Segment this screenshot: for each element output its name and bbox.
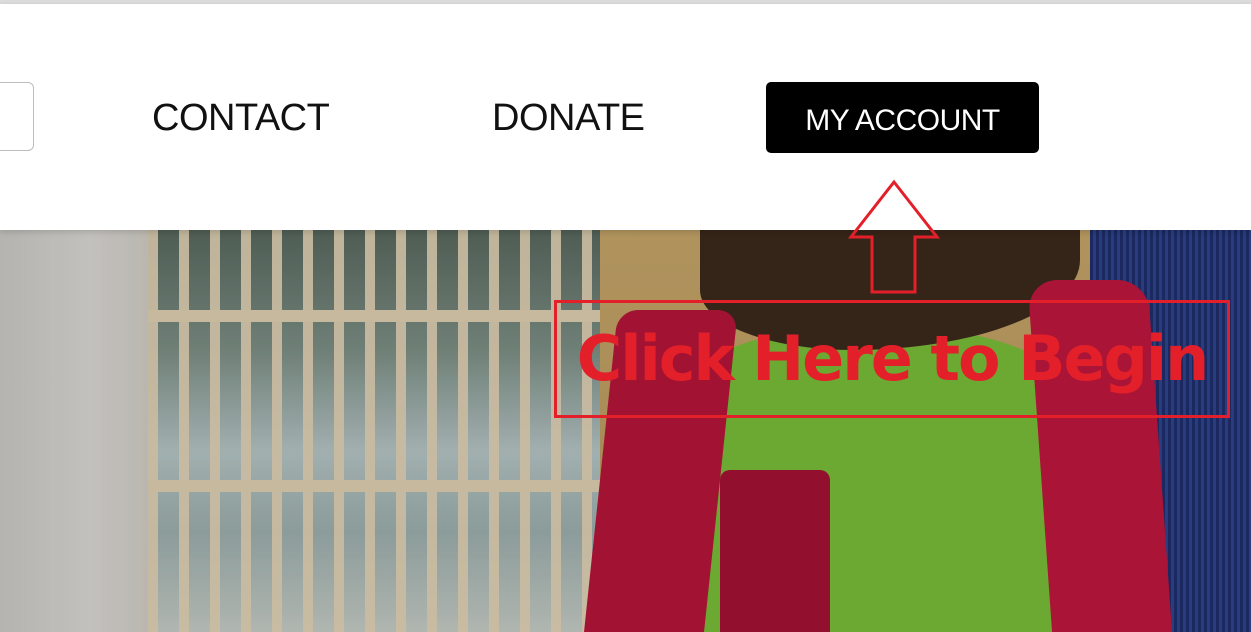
hero-shade-overlay bbox=[0, 230, 1251, 632]
nav-contact-link[interactable]: CONTACT bbox=[152, 96, 330, 140]
site-header: CONTACT DONATE MY ACCOUNT bbox=[0, 4, 1251, 230]
hero-photo bbox=[0, 230, 1251, 632]
my-account-label: MY ACCOUNT bbox=[805, 103, 1000, 137]
partial-search-box[interactable] bbox=[0, 82, 34, 151]
page: CONTACT DONATE MY ACCOUNT Click Here to … bbox=[0, 0, 1251, 632]
my-account-button[interactable]: MY ACCOUNT bbox=[766, 82, 1039, 153]
nav-donate-link[interactable]: DONATE bbox=[492, 96, 645, 140]
